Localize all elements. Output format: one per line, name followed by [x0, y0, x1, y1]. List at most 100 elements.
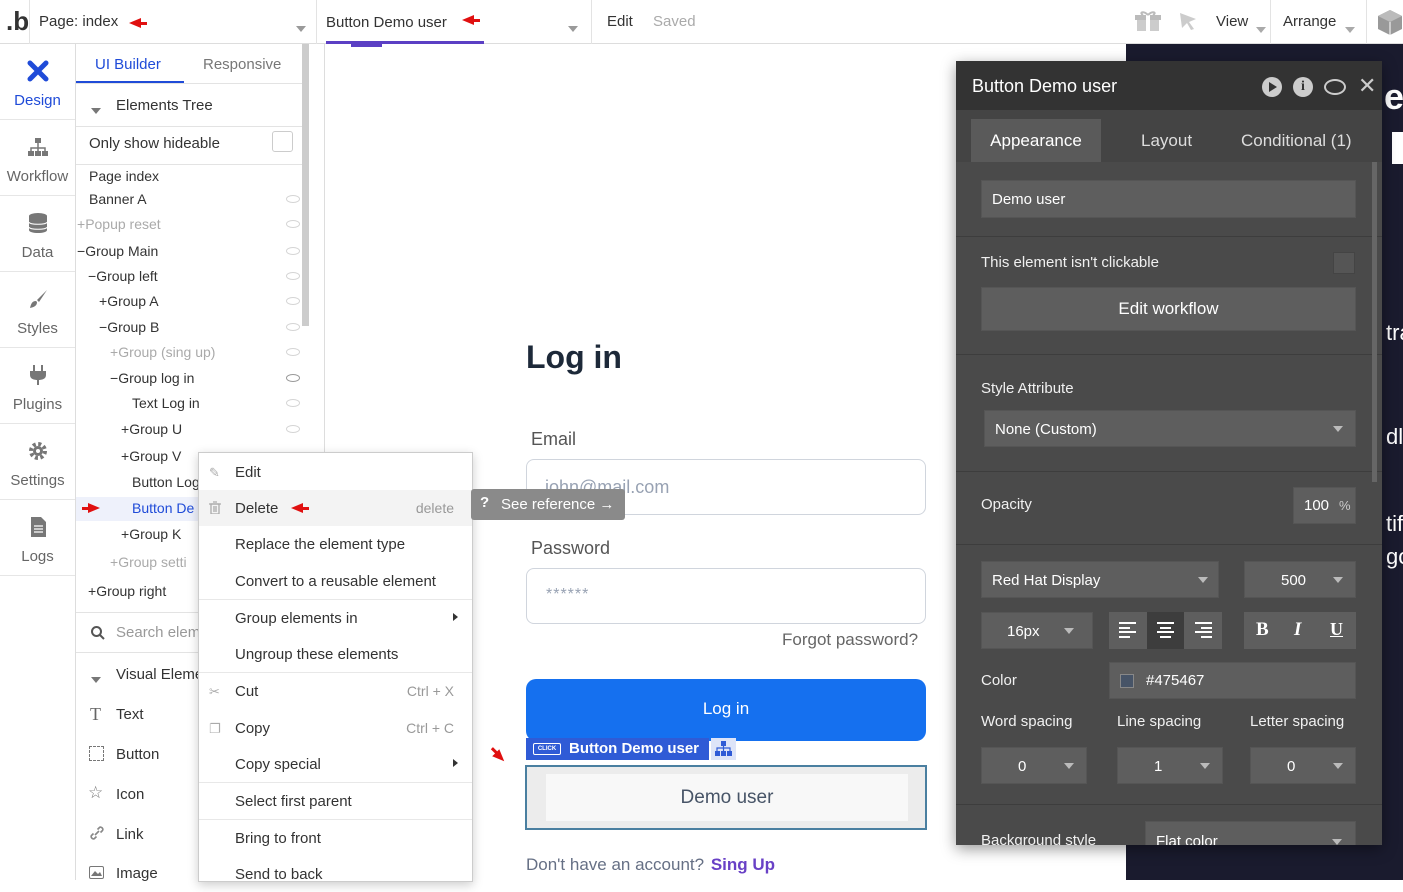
- props-scrollbar[interactable]: [1372, 162, 1377, 482]
- tree-item[interactable]: Text Log in: [132, 395, 200, 411]
- close-icon[interactable]: ✕: [1358, 73, 1376, 99]
- eye-icon[interactable]: [286, 425, 300, 433]
- edit-workflow-button[interactable]: Edit workflow: [981, 287, 1356, 331]
- align-left-icon[interactable]: [1119, 622, 1136, 638]
- play-icon[interactable]: [1262, 77, 1282, 97]
- tree-item[interactable]: +Group setti: [110, 554, 187, 570]
- gift-icon[interactable]: [1135, 10, 1161, 32]
- selected-element-badge[interactable]: CLICK Button Demo user: [526, 738, 709, 760]
- tree-item[interactable]: +Group right: [88, 583, 166, 599]
- underline-icon[interactable]: U: [1330, 619, 1343, 640]
- word-spacing-select[interactable]: 0: [981, 747, 1087, 784]
- eye-icon[interactable]: [286, 323, 300, 331]
- line-spacing-select[interactable]: 1: [1117, 747, 1223, 784]
- menu-cut[interactable]: ✂ Cut Ctrl + X: [199, 673, 472, 709]
- arrange-dropdown-icon[interactable]: [1345, 20, 1355, 38]
- align-right-icon[interactable]: [1195, 622, 1212, 638]
- visual-item-button[interactable]: Button: [116, 746, 159, 763]
- search-elements-input[interactable]: Search elem: [116, 624, 200, 641]
- eye-icon[interactable]: [286, 399, 300, 407]
- color-input[interactable]: #475467: [1109, 662, 1356, 699]
- nav-styles[interactable]: Styles: [0, 272, 75, 348]
- cursor-icon[interactable]: [1178, 11, 1198, 31]
- tab-ui-builder[interactable]: UI Builder: [95, 56, 161, 73]
- hierarchy-icon[interactable]: [711, 738, 736, 760]
- menu-copy[interactable]: ❐ Copy Ctrl + C: [199, 710, 472, 746]
- collapse-triangle-icon[interactable]: [91, 670, 101, 688]
- menu-edit[interactable]: ✎ Edit: [199, 454, 472, 490]
- only-hideable-checkbox[interactable]: [272, 131, 293, 152]
- menu-ungroup[interactable]: Ungroup these elements: [199, 636, 472, 672]
- sign-up-link[interactable]: Sing Up: [711, 855, 775, 874]
- menu-convert-reusable[interactable]: Convert to a reusable element: [199, 563, 472, 599]
- tree-item[interactable]: +Group U: [121, 421, 182, 437]
- tab-conditional[interactable]: Conditional (1): [1241, 131, 1352, 151]
- tree-item[interactable]: Banner A: [89, 191, 147, 207]
- elements-tree-header[interactable]: Elements Tree: [116, 97, 213, 114]
- tree-item[interactable]: −Group log in: [110, 370, 194, 386]
- tab-responsive[interactable]: Responsive: [203, 56, 281, 73]
- eye-icon[interactable]: [286, 348, 300, 356]
- nav-settings[interactable]: Settings: [0, 424, 75, 500]
- login-button[interactable]: Log in: [526, 679, 926, 741]
- menu-delete[interactable]: Delete delete: [199, 490, 472, 526]
- nav-workflow[interactable]: Workflow: [0, 120, 75, 196]
- tree-item[interactable]: −Group left: [88, 268, 158, 284]
- tree-item[interactable]: +Group V: [121, 448, 181, 464]
- visual-item-icon[interactable]: Icon: [116, 786, 144, 803]
- cube-icon[interactable]: [1378, 8, 1403, 36]
- arrange-menu[interactable]: Arrange: [1283, 13, 1336, 30]
- menu-group-elements[interactable]: Group elements in: [199, 600, 472, 636]
- page-dropdown-icon[interactable]: [296, 19, 306, 37]
- tree-item[interactable]: −Group B: [99, 319, 159, 335]
- visual-elements-header[interactable]: Visual Eleme: [116, 666, 203, 683]
- not-clickable-checkbox[interactable]: [1333, 252, 1355, 274]
- eye-icon[interactable]: [286, 374, 300, 382]
- eye-icon[interactable]: [286, 272, 300, 280]
- tree-item[interactable]: +Group K: [121, 526, 181, 542]
- eye-icon[interactable]: [286, 297, 300, 305]
- nav-data[interactable]: Data: [0, 196, 75, 272]
- page-selector[interactable]: Page: index: [39, 13, 118, 30]
- tree-item[interactable]: Button Log: [132, 474, 200, 490]
- background-style-select[interactable]: Flat color: [1145, 821, 1356, 845]
- eye-icon[interactable]: [286, 247, 300, 255]
- tab-layout[interactable]: Layout: [1141, 131, 1192, 151]
- eye-icon[interactable]: [286, 195, 300, 203]
- letter-spacing-select[interactable]: 0: [1250, 747, 1356, 784]
- edit-mode[interactable]: Edit: [607, 13, 633, 30]
- nav-design[interactable]: Design: [0, 44, 75, 120]
- font-weight-select[interactable]: 500: [1244, 561, 1356, 598]
- element-selector[interactable]: Button Demo user: [326, 14, 447, 31]
- visual-item-image[interactable]: Image: [116, 865, 158, 882]
- password-input[interactable]: ******: [526, 568, 926, 624]
- visual-item-link[interactable]: Link: [116, 826, 144, 843]
- button-text-input[interactable]: Demo user: [981, 180, 1356, 218]
- tree-item[interactable]: −Group Main: [77, 243, 158, 259]
- menu-bring-front[interactable]: Bring to front: [199, 820, 472, 856]
- eye-icon[interactable]: [286, 220, 300, 228]
- nav-plugins[interactable]: Plugins: [0, 348, 75, 424]
- style-attribute-select[interactable]: None (Custom): [984, 410, 1356, 447]
- bubble-logo[interactable]: .b: [6, 6, 29, 36]
- visual-item-text[interactable]: Text: [116, 706, 144, 723]
- comment-icon[interactable]: [1324, 79, 1346, 95]
- menu-copy-special[interactable]: Copy special: [199, 746, 472, 782]
- menu-select-parent[interactable]: Select first parent: [199, 783, 472, 819]
- tree-item[interactable]: +Popup reset: [77, 216, 161, 232]
- tree-item[interactable]: Page index: [89, 168, 159, 184]
- demo-user-button[interactable]: Demo user: [546, 774, 908, 821]
- element-dropdown-icon[interactable]: [568, 19, 578, 37]
- view-dropdown-icon[interactable]: [1256, 20, 1266, 38]
- selected-button-outline[interactable]: Demo user: [525, 765, 927, 830]
- menu-send-back[interactable]: Send to back: [199, 856, 472, 892]
- panel-scrollbar[interactable]: [302, 44, 309, 326]
- view-menu[interactable]: View: [1216, 13, 1248, 30]
- property-editor-header[interactable]: Button Demo user i ✕: [956, 61, 1382, 110]
- align-center-icon[interactable]: [1147, 612, 1184, 649]
- nav-logs[interactable]: Logs: [0, 500, 75, 576]
- tab-appearance[interactable]: Appearance: [971, 119, 1101, 162]
- forgot-password-link[interactable]: Forgot password?: [782, 630, 918, 650]
- tree-item[interactable]: +Group A: [99, 293, 159, 309]
- collapse-triangle-icon[interactable]: [91, 101, 101, 119]
